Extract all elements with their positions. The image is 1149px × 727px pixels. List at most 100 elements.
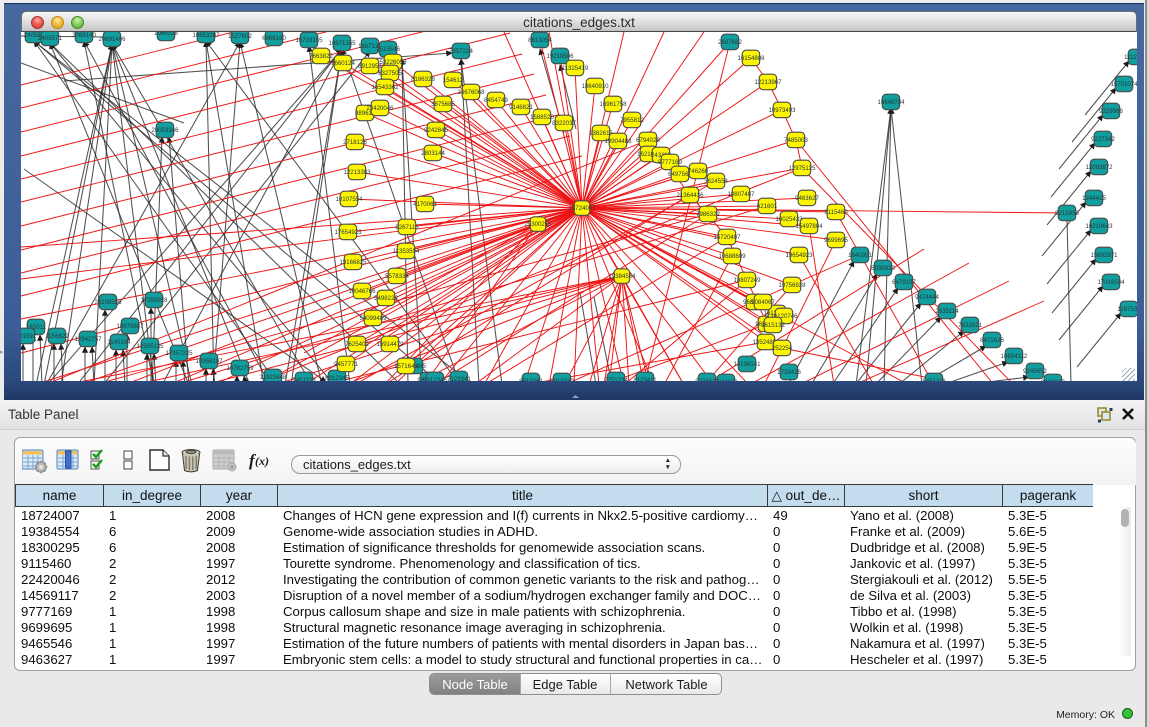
- svg-text:2935114: 2935114: [935, 308, 959, 315]
- svg-text:5578334: 5578334: [385, 273, 409, 280]
- svg-text:9451123: 9451123: [292, 377, 316, 381]
- svg-text:7832621: 7832621: [958, 322, 982, 329]
- svg-text:1065328: 1065328: [154, 32, 178, 37]
- svg-text:6479197: 6479197: [892, 279, 916, 286]
- svg-text:20053346: 20053346: [151, 127, 179, 134]
- svg-text:11923448: 11923448: [260, 374, 287, 381]
- svg-text:10958107: 10958107: [195, 358, 223, 365]
- svg-text:16648784: 16648784: [877, 99, 905, 106]
- svg-text:7751234: 7751234: [604, 377, 628, 381]
- svg-text:19384554: 19384554: [608, 273, 636, 280]
- svg-text:10688609: 10688609: [718, 253, 746, 260]
- svg-text:2718126: 2718126: [343, 139, 367, 146]
- svg-text:1588520: 1588520: [530, 114, 554, 121]
- svg-text:9777169: 9777169: [658, 159, 682, 166]
- svg-text:9123122: 9123122: [1041, 379, 1065, 381]
- svg-text:7485003: 7485003: [784, 137, 808, 144]
- svg-text:12093872: 12093872: [1085, 164, 1113, 171]
- svg-text:9245652: 9245652: [1023, 368, 1047, 375]
- svg-text:9227342: 9227342: [1091, 136, 1115, 143]
- svg-text:54099489: 54099489: [359, 315, 387, 322]
- svg-text:9660124: 9660124: [331, 60, 355, 67]
- svg-text:19904483: 19904483: [604, 138, 632, 145]
- svg-text:2687682: 2687682: [718, 39, 742, 46]
- svg-text:17654923: 17654923: [334, 229, 362, 236]
- svg-text:7515546: 7515546: [376, 46, 400, 53]
- svg-text:9329966: 9329966: [1099, 108, 1123, 115]
- svg-text:9084067: 9084067: [751, 299, 775, 306]
- svg-text:1571643: 1571643: [394, 363, 418, 370]
- svg-text:14136141: 14136141: [733, 361, 761, 368]
- svg-text:154612: 154612: [443, 77, 464, 84]
- svg-text:4170061: 4170061: [413, 201, 437, 208]
- svg-text:6966160: 6966160: [262, 35, 286, 42]
- svg-text:12505135: 12505135: [136, 343, 164, 350]
- svg-text:8512361: 8512361: [519, 378, 543, 381]
- svg-text:16671355: 16671355: [328, 40, 356, 47]
- svg-text:12213967: 12213967: [754, 79, 782, 86]
- svg-text:15751074: 15751074: [1110, 81, 1137, 88]
- svg-text:7986322: 7986322: [696, 211, 720, 218]
- svg-text:7357224: 7357224: [449, 48, 473, 55]
- svg-text:10653287: 10653287: [192, 32, 220, 39]
- svg-text:7123341: 7123341: [447, 376, 471, 381]
- svg-text:15720407: 15720407: [713, 234, 741, 241]
- svg-text:8123411: 8123411: [633, 377, 657, 381]
- svg-text:10046766: 10046766: [348, 288, 376, 295]
- svg-text:9115460: 9115460: [824, 209, 848, 216]
- svg-text:10975887: 10975887: [116, 323, 144, 330]
- svg-text:3875685: 3875685: [431, 101, 455, 108]
- svg-text:10654112: 10654112: [1001, 353, 1028, 360]
- svg-text:20691406: 20691406: [98, 36, 126, 43]
- svg-text:8267115: 8267115: [395, 224, 419, 231]
- svg-text:1733426: 1733426: [777, 369, 801, 376]
- svg-text:10719155: 10719155: [295, 37, 323, 44]
- svg-text:20206556: 20206556: [94, 299, 122, 306]
- svg-text:10107554: 10107554: [335, 196, 363, 203]
- svg-text:16210643: 16210643: [1085, 223, 1113, 230]
- svg-text:6794028: 6794028: [636, 137, 660, 144]
- svg-text:8454749: 8454749: [484, 97, 508, 104]
- svg-text:25300255: 25300255: [524, 221, 552, 228]
- svg-text:9327505: 9327505: [378, 70, 402, 77]
- svg-text:7955812: 7955812: [620, 117, 644, 124]
- svg-text:1244415: 1244415: [1082, 195, 1106, 202]
- svg-text:7625402: 7625402: [345, 341, 369, 348]
- svg-text:7341122: 7341122: [714, 379, 738, 381]
- svg-text:19218506: 19218506: [546, 53, 574, 60]
- svg-text:17359928: 17359928: [140, 297, 168, 304]
- svg-text:8322037: 8322037: [552, 120, 576, 127]
- svg-text:17957225: 17957225: [165, 350, 193, 357]
- svg-text:8471626: 8471626: [980, 337, 1004, 344]
- svg-text:9457771: 9457771: [334, 361, 358, 368]
- svg-text:252254: 252254: [772, 345, 793, 352]
- svg-text:8938923: 8938923: [871, 265, 895, 272]
- svg-text:2803144: 2803144: [421, 150, 445, 157]
- svg-text:23420046: 23420046: [366, 105, 394, 112]
- svg-text:9474444: 9474444: [915, 294, 939, 301]
- svg-text:5498222: 5498222: [374, 295, 398, 302]
- svg-text:18640910: 18640910: [581, 83, 609, 90]
- svg-text:16154808: 16154808: [737, 55, 765, 62]
- svg-text:8186328: 8186328: [411, 76, 435, 83]
- svg-text:12213383: 12213383: [343, 169, 371, 176]
- svg-text:12942757: 12942757: [74, 336, 102, 343]
- svg-text:8812345: 8812345: [325, 375, 349, 381]
- svg-text:9699695: 9699695: [824, 237, 848, 244]
- svg-text:11325419: 11325419: [562, 65, 589, 72]
- svg-text:15497804: 15497804: [795, 223, 823, 230]
- svg-text:8215958: 8215958: [1055, 210, 1079, 217]
- svg-text:1527602: 1527602: [228, 33, 252, 40]
- svg-text:10782759: 10782759: [226, 365, 254, 372]
- svg-text:19756928: 19756928: [778, 282, 806, 289]
- svg-text:19654923: 19654923: [785, 252, 813, 259]
- svg-text:1145194: 1145194: [107, 339, 131, 346]
- svg-text:11123411: 11123411: [1124, 54, 1137, 61]
- svg-text:1156829: 1156829: [45, 333, 69, 340]
- svg-text:1640951: 1640951: [848, 252, 872, 259]
- svg-text:(x): (x): [255, 454, 269, 468]
- svg-text:8813054: 8813054: [528, 37, 552, 44]
- svg-text:746266: 746266: [688, 168, 709, 175]
- svg-text:16914479: 16914479: [376, 341, 404, 348]
- svg-text:621601: 621601: [757, 203, 778, 210]
